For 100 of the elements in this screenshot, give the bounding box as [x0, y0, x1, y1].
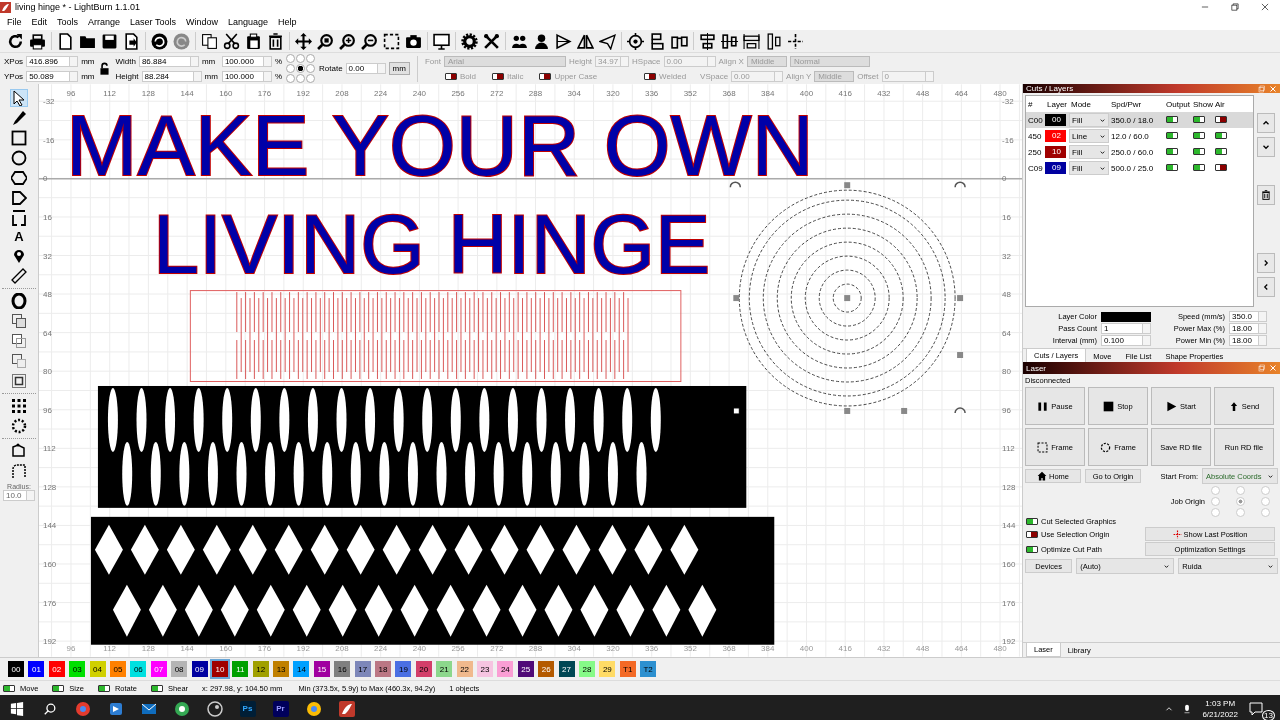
monitor-icon[interactable] — [433, 32, 450, 50]
color-swatch[interactable]: 03 — [69, 661, 86, 677]
number-field[interactable]: 0.00 — [345, 63, 386, 74]
cut-icon[interactable] — [223, 32, 240, 50]
paste-icon[interactable] — [245, 32, 262, 50]
radius-field[interactable]: 10.0 — [3, 490, 35, 501]
job-origin-radio[interactable] — [1211, 508, 1220, 517]
subtract-icon[interactable] — [11, 353, 27, 369]
toggle-switch[interactable] — [1166, 115, 1178, 123]
color-swatch[interactable]: 17 — [354, 661, 371, 677]
weld-icon[interactable] — [11, 313, 27, 329]
job-origin-radio[interactable] — [1211, 497, 1220, 506]
color-swatch[interactable]: T2 — [640, 661, 657, 677]
circular-array-icon[interactable] — [11, 418, 27, 434]
distribute-vertical-icon[interactable] — [765, 32, 782, 50]
selection-handle[interactable] — [844, 182, 851, 189]
menu-item[interactable]: Language — [222, 17, 273, 27]
color-swatch[interactable]: 28 — [578, 661, 595, 677]
number-field[interactable]: 1 — [1101, 323, 1151, 334]
align-middle-icon[interactable] — [721, 32, 738, 50]
mirror-icon[interactable] — [577, 32, 594, 50]
color-swatch[interactable]: 10 — [211, 661, 228, 677]
color-swatch[interactable]: 16 — [334, 661, 351, 677]
mode-dropdown[interactable]: Line — [1069, 129, 1109, 143]
align-center-icon[interactable] — [699, 32, 716, 50]
origin-radio[interactable] — [296, 64, 306, 73]
origin-radio[interactable] — [296, 54, 306, 63]
origin-radio[interactable] — [306, 74, 316, 83]
color-swatch[interactable]: 27 — [558, 661, 575, 677]
notification-icon[interactable] — [1248, 700, 1264, 717]
color-swatch[interactable]: 23 — [477, 661, 493, 677]
distribute-horizontal-icon[interactable] — [743, 32, 760, 50]
layer-row[interactable]: 250 10 Fill 250.0 / 60.0 — [1026, 144, 1253, 160]
photoshop-app[interactable]: Ps — [239, 700, 256, 717]
zoom-out-icon[interactable] — [361, 32, 378, 50]
color-swatch[interactable]: 12 — [252, 661, 269, 677]
layer-row[interactable]: C00 00 Fill 350.0 / 18.0 — [1026, 112, 1253, 128]
refresh-icon[interactable] — [7, 32, 24, 50]
color-swatch[interactable]: 06 — [130, 661, 147, 677]
union-icon[interactable] — [11, 333, 27, 349]
node-edit-icon[interactable] — [11, 443, 27, 459]
origin-radio[interactable] — [286, 64, 296, 73]
color-swatch[interactable]: 00 — [8, 661, 24, 677]
color-swatch[interactable]: 14 — [293, 661, 310, 677]
selection-handle[interactable] — [957, 352, 964, 358]
toggle-switch[interactable] — [1166, 163, 1178, 171]
job-origin-radio[interactable] — [1236, 508, 1245, 517]
canvas-text[interactable]: MAKE YOUR OWN — [65, 97, 814, 194]
color-swatch[interactable]: 01 — [28, 661, 45, 677]
intersect-icon[interactable] — [11, 373, 27, 389]
toggle-switch[interactable] — [1193, 163, 1205, 171]
copy-icon[interactable] — [201, 32, 218, 50]
job-origin-radio[interactable] — [1236, 497, 1245, 506]
toggle-switch[interactable] — [1026, 518, 1038, 525]
selection-handle[interactable] — [732, 407, 740, 415]
menu-item[interactable]: Laser Tools — [125, 17, 181, 27]
color-swatch[interactable]: 09 — [191, 661, 208, 677]
app-logo-icon[interactable] — [338, 700, 355, 717]
toggle-switch[interactable] — [3, 684, 15, 692]
number-field[interactable]: 18.00 — [1229, 323, 1267, 334]
caret-icon[interactable] — [1163, 562, 1171, 570]
clock-date[interactable]: 6/21/2022 — [1202, 708, 1238, 720]
rotate-handle-icon[interactable] — [729, 181, 742, 188]
trash-icon[interactable] — [1261, 190, 1271, 200]
new-file-icon[interactable] — [57, 32, 74, 50]
text-tool[interactable]: A — [14, 230, 24, 244]
color-swatch[interactable]: 25 — [517, 661, 534, 677]
send-icon[interactable] — [599, 32, 616, 50]
polygon-icon[interactable] — [11, 170, 27, 186]
layer-color-swatch[interactable] — [1101, 311, 1151, 322]
maximize-icon[interactable] — [1230, 2, 1240, 12]
toggle-switch[interactable] — [1193, 115, 1205, 123]
caret-icon[interactable] — [1267, 472, 1274, 480]
pentagon-icon[interactable] — [11, 190, 27, 206]
toggle-switch[interactable] — [1026, 545, 1038, 553]
toggle-switch[interactable] — [1215, 131, 1227, 139]
number-field[interactable]: 88.284 — [141, 70, 202, 82]
corner-icon[interactable] — [11, 463, 27, 479]
zoom-selection-icon[interactable] — [383, 32, 400, 50]
bracket-icon[interactable] — [11, 210, 27, 226]
rotate-handle-icon[interactable] — [954, 407, 966, 414]
zoom-fit-icon[interactable] — [317, 32, 334, 50]
origin-radio[interactable] — [306, 54, 316, 63]
design-canvas[interactable] — [38, 84, 1022, 657]
color-swatch[interactable]: 13 — [273, 661, 290, 677]
spiral-drawing[interactable] — [738, 189, 956, 407]
selection-handle[interactable] — [901, 407, 908, 414]
redo-icon[interactable] — [173, 32, 190, 50]
position-icon[interactable] — [11, 248, 27, 264]
number-field[interactable]: 350.0 — [1229, 311, 1267, 322]
layer-row[interactable]: 450 02 Line 12.0 / 60.0 — [1026, 128, 1253, 144]
toggle-switch[interactable] — [1026, 530, 1038, 538]
align-left-icon[interactable] — [649, 32, 666, 50]
clock-time[interactable]: 1:03 PM — [1202, 697, 1238, 709]
selection-handle[interactable] — [733, 295, 740, 302]
menu-item[interactable]: Tools — [52, 17, 84, 27]
job-origin-radio[interactable] — [1261, 486, 1270, 495]
toggle-switch[interactable] — [151, 684, 164, 692]
color-swatch[interactable]: 18 — [375, 661, 392, 677]
close-icon[interactable] — [1260, 2, 1270, 12]
